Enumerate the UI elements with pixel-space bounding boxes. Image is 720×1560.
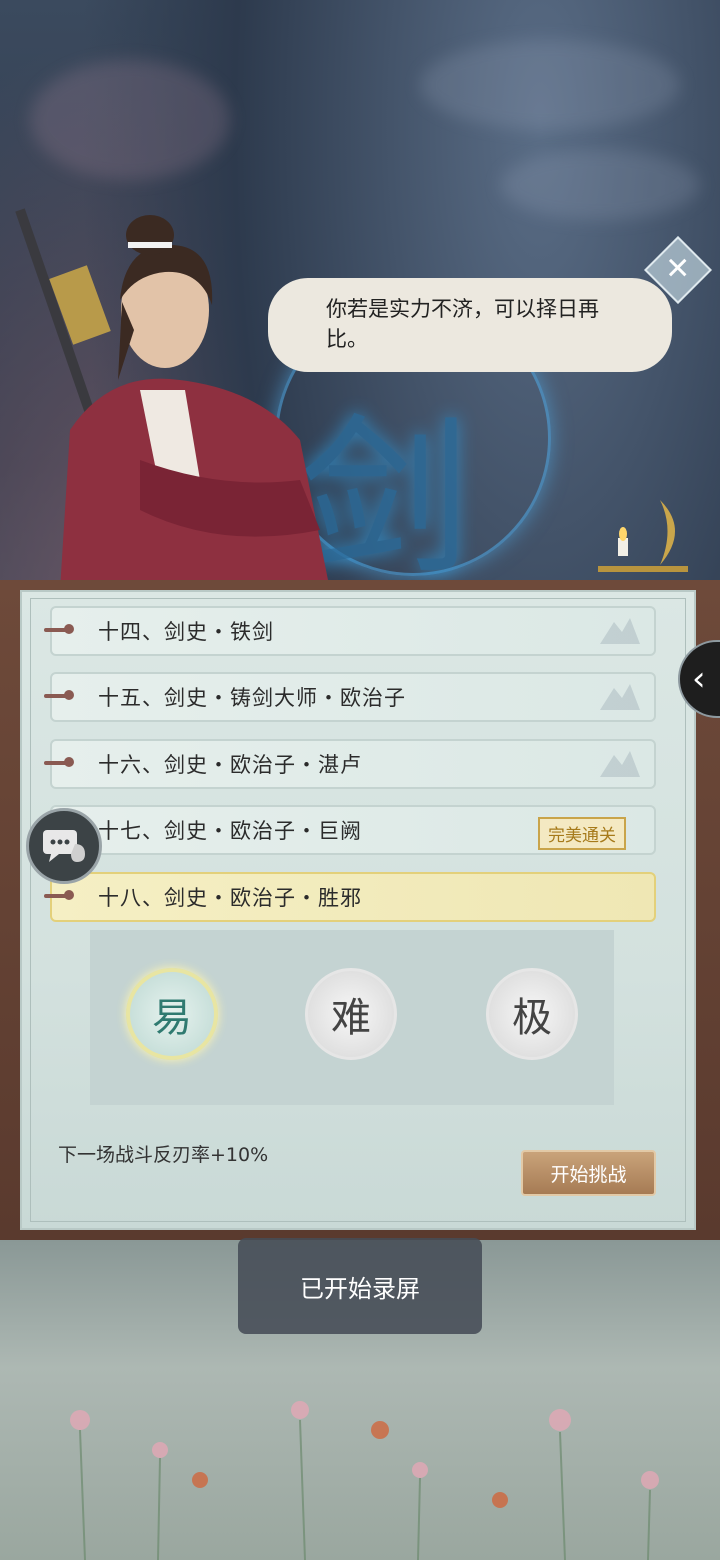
difficulty-extreme-button[interactable]: 极 — [486, 968, 578, 1060]
toast-text: 已开始录屏 — [300, 1274, 420, 1303]
start-challenge-button[interactable]: 开始挑战 — [521, 1150, 656, 1196]
stage-label: 十五、剑史・铸剑大师・欧治子 — [98, 686, 406, 710]
perfect-clear-badge: 完美通关 — [538, 817, 626, 850]
chat-button[interactable] — [26, 808, 102, 884]
pin-icon — [44, 624, 74, 634]
mountain-icon — [600, 618, 640, 644]
stage-label: 十四、剑史・铁剑 — [98, 620, 274, 644]
stage-label: 十七、剑史・欧治子・巨阙 — [98, 819, 362, 843]
dialogue-bubble: 你若是实力不济，可以择日再比。 — [268, 278, 672, 372]
stage-item-14[interactable]: 十四、剑史・铁剑 — [44, 606, 656, 656]
mountain-icon — [600, 684, 640, 710]
dialogue-text: 你若是实力不济，可以择日再比。 — [326, 297, 599, 351]
npc-character — [15, 208, 330, 590]
pin-icon — [44, 890, 74, 900]
mountain-icon — [600, 751, 640, 777]
difficulty-label: 难 — [331, 995, 371, 1041]
candle-moon-decoration — [598, 500, 688, 572]
stage-item-18[interactable]: 十八、剑史・欧治子・胜邪 — [44, 872, 656, 922]
stage-item-15[interactable]: 十五、剑史・铸剑大师・欧治子 — [44, 672, 656, 722]
buff-description: 下一场战斗反刃率+10% — [58, 1144, 269, 1166]
stage-item-17[interactable]: 十七、剑史・欧治子・巨阙 完美通关 — [44, 805, 656, 855]
stage-label: 十八、剑史・欧治子・胜邪 — [98, 886, 362, 910]
close-icon: ✕ — [665, 251, 691, 287]
stage-label: 十六、剑史・欧治子・湛卢 — [98, 753, 362, 777]
difficulty-label: 极 — [512, 995, 552, 1041]
pin-icon — [44, 690, 74, 700]
start-challenge-label: 开始挑战 — [550, 1163, 627, 1186]
toast-notification: 已开始录屏 — [238, 1238, 482, 1334]
chat-bubble-icon — [43, 830, 85, 862]
flower-foreground — [70, 1401, 659, 1560]
cloud — [420, 40, 680, 130]
difficulty-label: 易 — [152, 995, 192, 1041]
cloud — [500, 150, 700, 220]
blossom-tree — [30, 60, 230, 180]
difficulty-hard-button[interactable]: 难 — [305, 968, 397, 1060]
stage-item-16[interactable]: 十六、剑史・欧治子・湛卢 — [44, 739, 656, 789]
pin-icon — [44, 757, 74, 767]
difficulty-easy-button[interactable]: 易 — [126, 968, 218, 1060]
chevron-left-icon: ‹ — [692, 659, 706, 699]
